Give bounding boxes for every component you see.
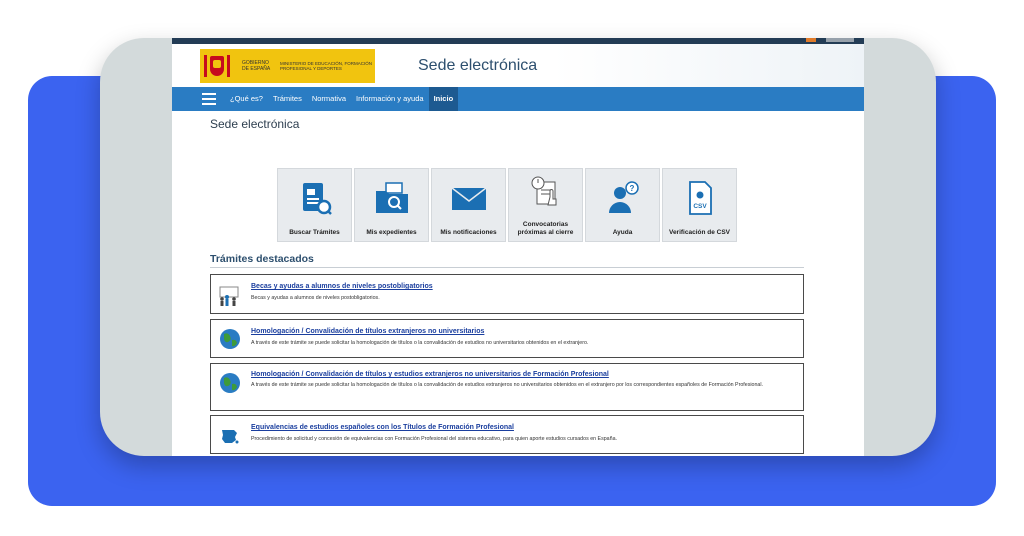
menu-icon[interactable] <box>202 93 216 105</box>
svg-text:CSV: CSV <box>693 203 707 210</box>
tile-label: Mis expedientes <box>366 229 417 236</box>
coat-of-arms-icon <box>204 53 230 79</box>
website-viewport: GOBIERNO DE ESPAÑA MINISTERIO DE EDUCACI… <box>172 38 864 456</box>
top-bar-flag <box>806 38 816 42</box>
nav-item-tramites[interactable]: Trámites <box>268 87 307 111</box>
tile-label: Buscar Trámites <box>289 229 340 236</box>
tramite-title-link[interactable]: Equivalencias de estudios españoles con … <box>251 424 514 431</box>
tramite-title-link[interactable]: Homologación / Convalidación de títulos … <box>251 328 484 335</box>
tile-mis-expedientes[interactable]: Mis expedientes <box>354 168 429 242</box>
globe-icon <box>220 329 240 349</box>
search-document-icon <box>302 183 332 215</box>
tramite-description: Becas y ayudas a alumnos de niveles post… <box>251 295 380 301</box>
nav-item-informacion[interactable]: Información y ayuda <box>351 87 429 111</box>
section-title: Trámites destacados <box>210 253 314 265</box>
tile-label: Ayuda <box>612 229 633 236</box>
tramite-description: A través de este trámite se puede solici… <box>251 382 764 388</box>
svg-text:?: ? <box>629 184 634 193</box>
tile-label: Mis notificaciones <box>440 229 497 236</box>
tramite-card[interactable]: Homologación / Convalidación de títulos … <box>210 319 804 358</box>
tile-label: Convocatorias próximas al cierre <box>517 221 574 236</box>
logo-gobierno-text: GOBIERNO DE ESPAÑA <box>242 60 271 72</box>
logo-ministry-text: MINISTERIO DE EDUCACIÓN, FORMACIÓN PROFE… <box>280 60 373 72</box>
folder-search-icon <box>375 182 408 213</box>
tramite-card[interactable]: Becas y ayudas a alumnos de niveles post… <box>210 274 804 314</box>
tile-label: Verificación de CSV <box>668 229 731 236</box>
section-divider <box>210 267 804 268</box>
page-title: Sede electrónica <box>210 117 300 131</box>
ministry-logo[interactable]: GOBIERNO DE ESPAÑA MINISTERIO DE EDUCACI… <box>200 49 375 83</box>
tile-buscar-tramites[interactable]: Buscar Trámites <box>277 168 352 242</box>
user-help-icon: ? <box>608 181 639 213</box>
nav-item-normativa[interactable]: Normativa <box>307 87 351 111</box>
tramite-card[interactable]: Equivalencias de estudios españoles con … <box>210 415 804 454</box>
nav-item-inicio[interactable]: Inicio <box>428 87 459 111</box>
tramite-description: A través de este trámite se puede solici… <box>251 340 589 346</box>
tramite-title-link[interactable]: Homologación / Convalidación de títulos … <box>251 371 609 378</box>
tile-ayuda[interactable]: ? Ayuda <box>585 168 660 242</box>
main-nav: ¿Qué es? Trámites Normativa Información … <box>172 87 864 111</box>
spain-map-icon <box>222 430 239 444</box>
csv-document-icon: CSV <box>688 181 712 215</box>
tramite-description: Procedimiento de solicitud y concesión d… <box>251 436 617 442</box>
tile-mis-notificaciones[interactable]: Mis notificaciones <box>431 168 506 242</box>
tile-convocatorias[interactable]: Convocatorias próximas al cierre <box>508 168 583 242</box>
globe-icon <box>220 373 240 393</box>
clock-document-icon <box>531 176 556 206</box>
students-icon <box>219 286 239 306</box>
site-title: Sede electrónica <box>418 57 538 74</box>
nav-item-que-es[interactable]: ¿Qué es? <box>225 87 268 111</box>
envelope-icon <box>451 187 486 210</box>
quick-access-tiles: Buscar Trámites Mis expedientes Mis noti… <box>277 168 737 242</box>
top-bar-link[interactable] <box>826 38 854 42</box>
site-header: GOBIERNO DE ESPAÑA MINISTERIO DE EDUCACI… <box>172 44 864 87</box>
tile-verificacion-csv[interactable]: CSV Verificación de CSV <box>662 168 737 242</box>
tramite-title-link[interactable]: Becas y ayudas a alumnos de niveles post… <box>251 283 433 290</box>
tramite-card[interactable]: Homologación / Convalidación de títulos … <box>210 363 804 411</box>
